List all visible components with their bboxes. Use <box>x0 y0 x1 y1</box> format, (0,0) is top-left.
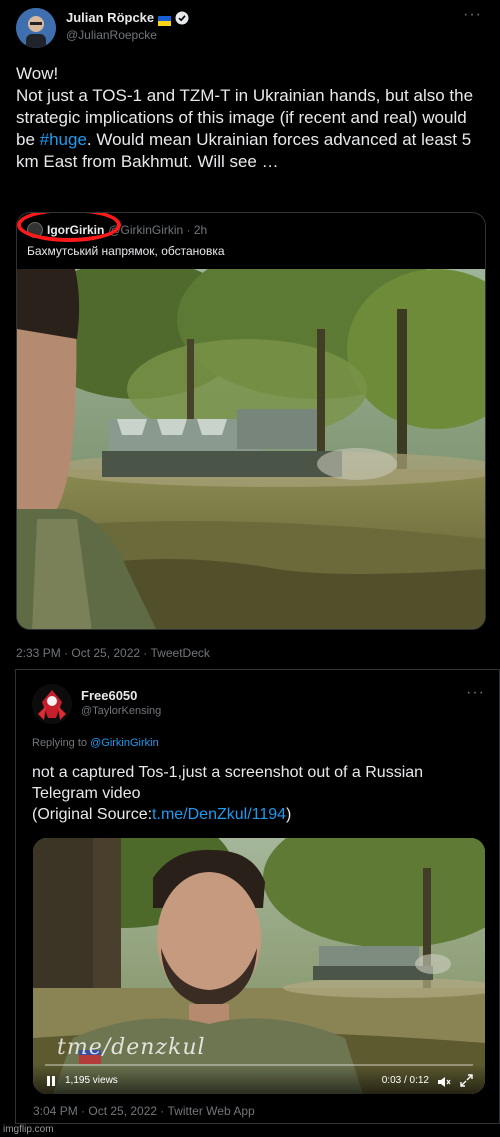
video-views: 1,195 views <box>65 1075 118 1086</box>
hashtag-link[interactable]: #huge <box>40 130 87 149</box>
video-progress-bar[interactable] <box>45 1064 473 1066</box>
reply-timestamp[interactable]: 3:04 PM · Oct 25, 2022 · Twitter Web App <box>33 1104 255 1118</box>
video-player[interactable]: tme/denzkul 1,195 views 0:03 / 0:12 <box>33 838 485 1094</box>
replying-to-label: Replying to <box>32 737 91 749</box>
replying-to: Replying to @GirkinGirkin <box>32 737 159 749</box>
reply-tweet: Free6050 @TaylorKensing ··· Replying to … <box>15 669 500 1124</box>
quoted-author-handle: @GirkinGirkin · 2h <box>108 223 208 237</box>
author-handle[interactable]: @JulianRoepcke <box>66 28 157 42</box>
source-link[interactable]: t.me/DenZkul/1194 <box>152 806 286 823</box>
quoted-tweet[interactable]: IgorGirkin @GirkinGirkin · 2h Бахмутськи… <box>16 212 486 630</box>
reply-text: not a captured Tos-1,just a screenshot o… <box>32 762 492 825</box>
verified-badge-icon <box>175 11 189 25</box>
imgflip-watermark: imgflip.com <box>3 1124 54 1135</box>
more-options-icon[interactable]: ··· <box>466 684 485 702</box>
quoted-tweet-image[interactable] <box>17 269 485 629</box>
more-options-icon[interactable]: ··· <box>463 6 482 24</box>
replying-to-mention[interactable]: @GirkinGirkin <box>90 737 159 749</box>
play-icon[interactable] <box>45 1074 57 1086</box>
ukraine-flag-icon <box>158 13 172 26</box>
video-watermark: tme/denzkul <box>57 1035 206 1060</box>
expand-icon[interactable] <box>460 1074 473 1087</box>
volume-icon[interactable] <box>437 1075 451 1087</box>
author-avatar[interactable] <box>16 8 56 48</box>
main-tweet: Julian Röpcke @JulianRoepcke ··· Wow! No… <box>0 0 500 668</box>
author-display-name[interactable]: Julian Röpcke <box>66 10 154 25</box>
quoted-tweet-text: Бахмутський напрямок, обстановка <box>27 244 225 258</box>
reply-author-handle[interactable]: @TaylorKensing <box>81 705 161 717</box>
reply-text-end: ) <box>286 806 292 823</box>
tweet-timestamp[interactable]: 2:33 PM · Oct 25, 2022 · TweetDeck <box>16 646 210 660</box>
reply-author-name[interactable]: Free6050 <box>81 688 137 703</box>
tweet-text: Wow! Not just a TOS-1 and TZM-T in Ukrai… <box>16 63 486 173</box>
video-time: 0:03 / 0:12 <box>381 1075 429 1086</box>
reply-author-avatar[interactable] <box>32 684 72 724</box>
